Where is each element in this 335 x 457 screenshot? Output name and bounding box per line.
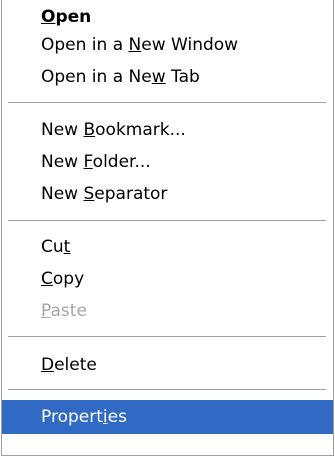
menu-item-access-key: D [41,355,55,375]
menu-item-label-before: Propert [41,407,103,427]
menu-item-access-key: O [41,7,56,27]
menu-item-label-before: New [41,184,84,204]
menu-item-access-key: N [128,35,142,55]
menu-item-new-folder[interactable]: New Folder... [2,145,333,179]
menu-item-open-new-window[interactable]: Open in a New Window [2,28,333,62]
menu-item-properties[interactable]: Properties [2,400,333,434]
menu-item-cut[interactable]: Cut [2,230,333,264]
menu-item-access-key: P [41,301,51,321]
menu-item-label-before: New [41,120,84,140]
menu-item-access-key: S [83,184,95,204]
menu-item-label-after: pen [55,7,92,27]
menu-item-label-after: opy [52,269,85,289]
menu-item-label-after: eparator [94,184,168,204]
menu-separator [8,102,326,104]
menu-item-label-before: Open in a [41,35,129,55]
menu-separator [8,389,326,391]
menu-item-label-before: New [41,152,84,172]
context-menu: Open Open in a New Window Open in a New … [1,0,334,456]
menu-item-label-before: Cu [41,237,64,257]
menu-item-access-key: t [63,237,71,257]
menu-item-label-after: es [107,407,127,427]
menu-separator [8,336,326,338]
menu-item-access-key: F [83,152,93,172]
menu-item-new-bookmark[interactable]: New Bookmark... [2,113,333,147]
menu-item-label-after: aste [50,301,87,321]
menu-item-label-after: elete [54,355,97,375]
menu-item-open-new-tab[interactable]: Open in a New Tab [2,60,333,94]
menu-separator [8,220,326,222]
menu-item-label-after: older... [92,152,151,172]
menu-item-access-key: w [151,67,166,87]
menu-item-copy[interactable]: Copy [2,262,333,296]
menu-item-new-separator[interactable]: New Separator [2,177,333,211]
menu-item-label-after: Tab [165,67,200,87]
menu-item-delete[interactable]: Delete [2,348,333,382]
menu-item-label-before: Open in a Ne [41,67,152,87]
menu-item-paste: Paste [2,294,333,328]
menu-item-label-after: ew Window [141,35,239,55]
menu-item-label-after: ookmark... [95,120,186,140]
menu-item-access-key: B [83,120,96,140]
menu-item-access-key: C [41,269,53,289]
